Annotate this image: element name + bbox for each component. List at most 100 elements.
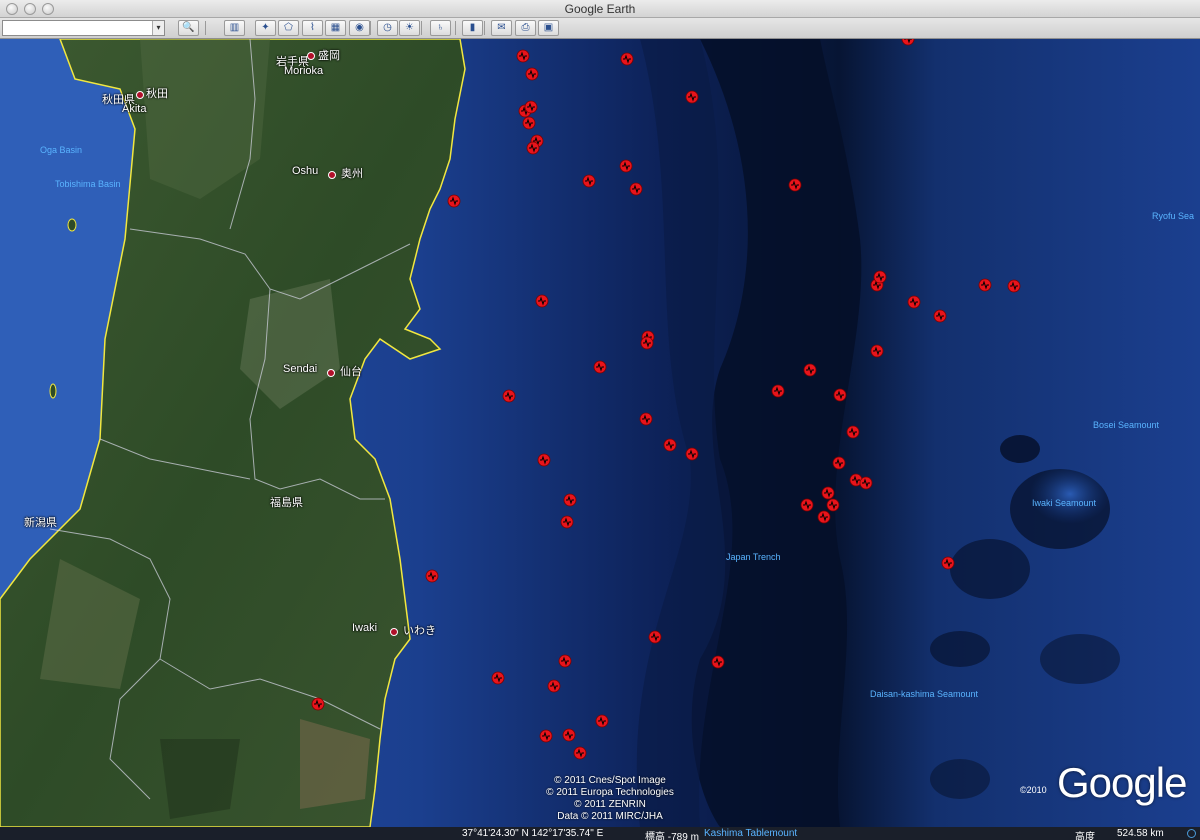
print-button[interactable]: ⎙ [515, 20, 536, 36]
ruler-icon: ▮ [469, 22, 476, 33]
earthquake-marker-icon[interactable] [537, 453, 551, 467]
earthquake-marker-icon[interactable] [817, 510, 831, 524]
pointer-coordinates: 37°41'24.30" N 142°17'35.74" E [462, 828, 604, 839]
place-label[interactable]: 奥州 [341, 165, 363, 181]
earthquake-marker-icon[interactable] [595, 714, 609, 728]
feature-label: Kashima Tablemount [704, 828, 798, 839]
ocean-feature-label[interactable]: Japan Trench [726, 552, 781, 562]
search-button[interactable]: 🔍 [178, 20, 199, 36]
earthquake-marker-icon[interactable] [535, 294, 549, 308]
earthquake-marker-icon[interactable] [978, 278, 992, 292]
earthquake-marker-icon[interactable] [560, 515, 574, 529]
earthquake-marker-icon[interactable] [619, 159, 633, 173]
earthquake-marker-icon[interactable] [1007, 279, 1021, 293]
sidebar-toggle-button[interactable]: ▥ [224, 20, 245, 36]
city-marker-icon[interactable] [307, 52, 315, 60]
ocean-feature-label[interactable]: Oga Basin [40, 145, 82, 155]
add-placemark-button[interactable]: ✦ [255, 20, 276, 36]
place-label[interactable]: Morioka [284, 65, 323, 77]
earthquake-marker-icon[interactable] [933, 309, 947, 323]
toolbar: ▾ 🔍 ▥ ✦ ⬠ ⌇ ▦ ◉ ◷ ☀ ♄ ▮ ✉ ⎙ ▣ [0, 18, 1200, 39]
city-marker-icon[interactable] [327, 369, 335, 377]
place-label[interactable]: 仙台 [340, 363, 362, 379]
add-image-overlay-button[interactable]: ▦ [325, 20, 346, 36]
earthquake-marker-icon[interactable] [663, 438, 677, 452]
earthquake-marker-icon[interactable] [447, 194, 461, 208]
earthquake-marker-icon[interactable] [573, 746, 587, 760]
earthquake-marker-icon[interactable] [685, 90, 699, 104]
sunlight-button[interactable]: ☀ [399, 20, 420, 36]
title-bar: Google Earth [0, 0, 1200, 18]
add-polygon-button[interactable]: ⬠ [278, 20, 299, 36]
google-copyright-year: ©2010 [1020, 785, 1047, 795]
ocean-feature-label[interactable]: Daisan-kashima Seamount [870, 689, 978, 699]
place-label[interactable]: Oshu [292, 165, 318, 177]
earthquake-marker-icon[interactable] [907, 295, 921, 309]
earthquake-marker-icon[interactable] [516, 49, 530, 63]
map-canvas[interactable] [0, 39, 1200, 827]
earthquake-marker-icon[interactable] [562, 728, 576, 742]
place-label[interactable]: 福島県 [270, 494, 303, 510]
earthquake-marker-icon[interactable] [502, 389, 516, 403]
earthquake-marker-icon[interactable] [821, 486, 835, 500]
record-tour-button[interactable]: ◉ [349, 20, 370, 36]
earthquake-marker-icon[interactable] [846, 425, 860, 439]
earthquake-marker-icon[interactable] [620, 52, 634, 66]
earthquake-marker-icon[interactable] [826, 498, 840, 512]
earthquake-marker-icon[interactable] [522, 116, 536, 130]
earthquake-marker-icon[interactable] [558, 654, 572, 668]
status-bar: 37°41'24.30" N 142°17'35.74" E 標高 -789 m… [0, 827, 1200, 840]
earthquake-marker-icon[interactable] [873, 270, 887, 284]
ocean-feature-label[interactable]: Iwaki Seamount [1032, 498, 1096, 508]
place-label[interactable]: Iwaki [352, 622, 377, 634]
earthquake-marker-icon[interactable] [593, 360, 607, 374]
earthquake-marker-icon[interactable] [425, 569, 439, 583]
earthquake-marker-icon[interactable] [582, 174, 596, 188]
earthquake-marker-icon[interactable] [539, 729, 553, 743]
earthquake-marker-icon[interactable] [524, 100, 538, 114]
email-button[interactable]: ✉ [491, 20, 512, 36]
city-marker-icon[interactable] [390, 628, 398, 636]
ocean-feature-label[interactable]: Ryofu Sea [1152, 211, 1194, 221]
add-path-button[interactable]: ⌇ [302, 20, 323, 36]
save-image-button[interactable]: ▣ [538, 20, 559, 36]
place-label[interactable]: Sendai [283, 363, 317, 375]
chevron-down-icon[interactable]: ▾ [152, 21, 164, 35]
switch-planet-button[interactable]: ♄ [430, 20, 451, 36]
place-label[interactable]: いわき [403, 622, 436, 638]
city-marker-icon[interactable] [136, 91, 144, 99]
place-label[interactable]: 盛岡 [318, 47, 340, 63]
earthquake-marker-icon[interactable] [491, 671, 505, 685]
earthquake-marker-icon[interactable] [526, 141, 540, 155]
earthquake-marker-icon[interactable] [563, 493, 577, 507]
city-marker-icon[interactable] [328, 171, 336, 179]
earthquake-marker-icon[interactable] [771, 384, 785, 398]
earthquake-marker-icon[interactable] [803, 363, 817, 377]
place-label[interactable]: Akita [122, 103, 146, 115]
earth-view[interactable]: Oga Basin Tobishima Basin Ryofu Sea Bosei S… [0, 39, 1200, 827]
earthquake-marker-icon[interactable] [941, 556, 955, 570]
search-input[interactable]: ▾ [2, 20, 165, 36]
earthquake-marker-icon[interactable] [648, 630, 662, 644]
earthquake-marker-icon[interactable] [639, 412, 653, 426]
place-label[interactable]: 秋田 [146, 85, 168, 101]
earthquake-marker-icon[interactable] [640, 336, 654, 350]
earthquake-marker-icon[interactable] [832, 456, 846, 470]
earthquake-marker-icon[interactable] [685, 447, 699, 461]
place-label[interactable]: 新潟県 [24, 514, 57, 530]
earthquake-marker-icon[interactable] [547, 679, 561, 693]
ocean-feature-label[interactable]: Tobishima Basin [55, 179, 121, 189]
historical-imagery-button[interactable]: ◷ [377, 20, 398, 36]
copyright-line: © 2011 Europa Technologies [546, 787, 674, 798]
earthquake-marker-icon[interactable] [859, 476, 873, 490]
earthquake-marker-icon[interactable] [525, 67, 539, 81]
ruler-button[interactable]: ▮ [462, 20, 483, 36]
earthquake-marker-icon[interactable] [800, 498, 814, 512]
earthquake-marker-icon[interactable] [311, 697, 325, 711]
earthquake-marker-icon[interactable] [870, 344, 884, 358]
earthquake-marker-icon[interactable] [629, 182, 643, 196]
earthquake-marker-icon[interactable] [711, 655, 725, 669]
earthquake-marker-icon[interactable] [788, 178, 802, 192]
ocean-feature-label[interactable]: Bosei Seamount [1093, 420, 1159, 430]
earthquake-marker-icon[interactable] [833, 388, 847, 402]
